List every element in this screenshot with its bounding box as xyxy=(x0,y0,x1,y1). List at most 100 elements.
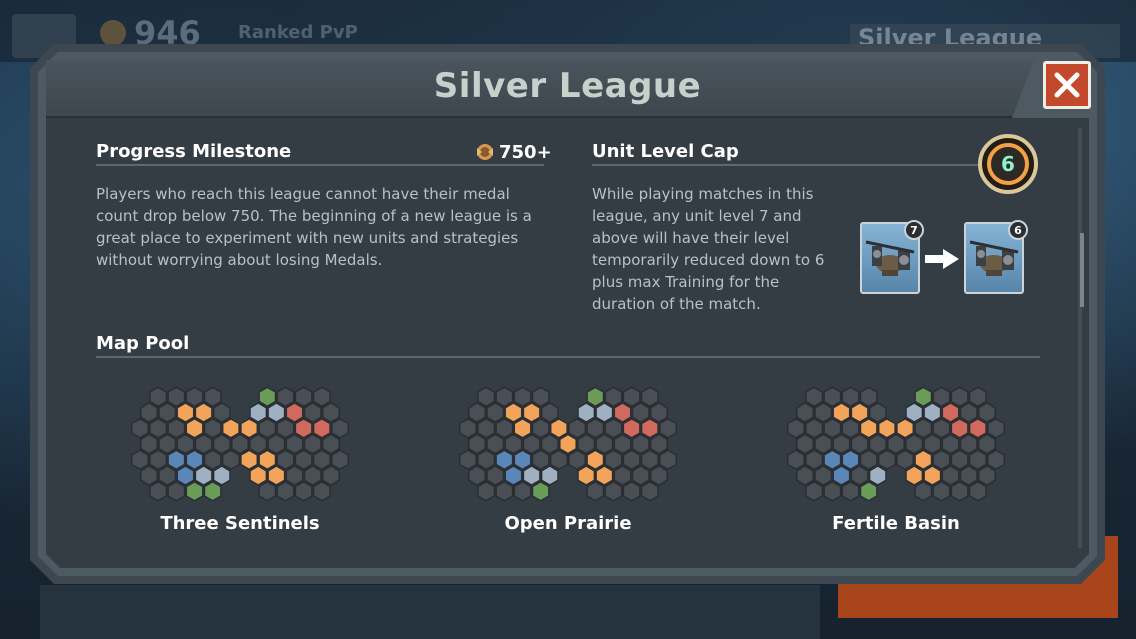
map-hex-tile xyxy=(622,449,641,471)
unit-cap-description: While playing matches in this league, an… xyxy=(592,185,825,313)
map-hex-tile xyxy=(258,417,277,439)
map-hex-tile xyxy=(941,465,960,486)
map-hex-tile xyxy=(887,433,905,455)
map-hex-tile xyxy=(149,417,168,439)
map-hex-tile xyxy=(631,433,650,455)
map-hex-tile xyxy=(331,417,350,439)
map-hex-tile xyxy=(531,417,550,439)
map-hex-tile xyxy=(212,433,231,455)
map-hex-tile xyxy=(604,386,623,408)
background-mode-label: Ranked PvP xyxy=(238,22,358,43)
map-hex-tile xyxy=(203,480,222,502)
map-hex-tile xyxy=(649,433,668,455)
map-hex-tile xyxy=(303,402,322,423)
map-hex-tile xyxy=(823,417,842,439)
map-three-sentinels[interactable] xyxy=(128,384,352,508)
map-hex-tile xyxy=(303,465,322,486)
close-button[interactable] xyxy=(1043,61,1091,109)
unit-level-cap-heading: Unit Level Cap xyxy=(592,141,739,162)
map-hex-tile xyxy=(941,433,960,455)
map-hex-tile xyxy=(321,402,340,423)
map-hex-tile xyxy=(932,449,951,471)
map-fertile-basin[interactable] xyxy=(784,384,1008,508)
map-hex-tile xyxy=(185,386,204,408)
map-hex-tile xyxy=(477,417,496,439)
map-hex-tile xyxy=(631,465,650,486)
unit-level-after: 6 xyxy=(1008,220,1028,240)
map-hex-tile xyxy=(805,480,824,502)
medal-milestone: 750+ xyxy=(474,141,552,163)
map-hex-tile xyxy=(504,433,523,455)
map-hex-tile xyxy=(786,417,805,439)
map-hex-tile xyxy=(294,386,313,408)
map-hex-tile xyxy=(923,402,942,423)
map-hex-tile xyxy=(167,480,186,502)
map-hex-tile xyxy=(167,449,186,471)
map-hex-tile xyxy=(267,402,286,423)
map-hex-tile xyxy=(294,417,313,439)
map-hex-tile xyxy=(604,417,623,439)
map-hex-tile xyxy=(221,417,240,439)
map-hex-tile xyxy=(522,433,541,455)
map-hex-tile xyxy=(240,417,259,439)
map-hex-tile xyxy=(312,449,331,471)
map-hex-tile xyxy=(841,417,860,439)
map-hex-tile xyxy=(140,433,159,455)
map-hex-tile xyxy=(868,433,887,455)
map-hex-tile xyxy=(312,386,331,408)
map-hex-tile xyxy=(495,480,514,502)
map-hex-tile xyxy=(859,417,878,439)
background-card-row xyxy=(40,585,820,639)
map-hex-tile xyxy=(586,417,605,439)
map-hex-tile xyxy=(932,417,951,439)
map-hex-tile xyxy=(595,433,614,455)
map-hex-tile xyxy=(513,449,532,471)
map-hex-tile xyxy=(814,402,833,423)
map-open-prairie[interactable] xyxy=(456,384,680,508)
map-hex-tile xyxy=(896,449,915,471)
map-hex-tile xyxy=(477,386,496,408)
map-hex-tile xyxy=(959,402,978,423)
map-hex-tile xyxy=(321,465,340,486)
map-hex-tile xyxy=(805,449,824,471)
map-hex-tile xyxy=(896,417,915,439)
map-hex-tile xyxy=(267,465,286,486)
map-hex-tile xyxy=(786,449,805,471)
map-hex-tile xyxy=(604,480,623,502)
map-hex-tile xyxy=(868,402,887,423)
scrollbar-track[interactable] xyxy=(1078,128,1082,548)
map-hex-tile xyxy=(276,417,295,439)
medal-icon xyxy=(100,20,126,46)
map-hex-tile xyxy=(850,465,869,486)
map-hex-tile xyxy=(258,449,277,471)
map-hex-tile xyxy=(258,480,277,502)
level-cap-value: 6 xyxy=(1001,152,1015,176)
map-hex-tile xyxy=(158,433,177,455)
level-cap-badge: 6 xyxy=(978,134,1038,194)
map-hex-tile xyxy=(312,480,331,502)
map-hex-tile xyxy=(659,417,678,439)
map-hex-tile xyxy=(285,433,304,455)
map-hex-tile xyxy=(823,449,842,471)
map-hex-tile xyxy=(977,433,996,455)
map-hex-tile xyxy=(221,449,240,471)
close-icon xyxy=(1054,72,1080,98)
map-hex-tile xyxy=(294,449,313,471)
map-hex-tile xyxy=(149,449,168,471)
map-hex-tile xyxy=(905,402,924,423)
map-hex-tile xyxy=(130,417,149,439)
map-hex-tile xyxy=(868,465,887,486)
map-hex-tile xyxy=(212,465,231,486)
scrollbar-thumb[interactable] xyxy=(1080,233,1084,307)
map-hex-tile xyxy=(540,433,559,455)
map-hex-tile xyxy=(276,480,295,502)
map-hex-tile xyxy=(495,449,514,471)
map-hex-tile xyxy=(796,465,815,486)
map-hex-tile xyxy=(659,449,678,471)
map-hex-tile xyxy=(176,465,195,486)
unit-level-before: 7 xyxy=(904,220,924,240)
map-hex-tile xyxy=(468,402,487,423)
map-hex-tile xyxy=(303,433,322,455)
map-hex-tile xyxy=(176,402,195,423)
map-hex-tile xyxy=(559,433,577,455)
